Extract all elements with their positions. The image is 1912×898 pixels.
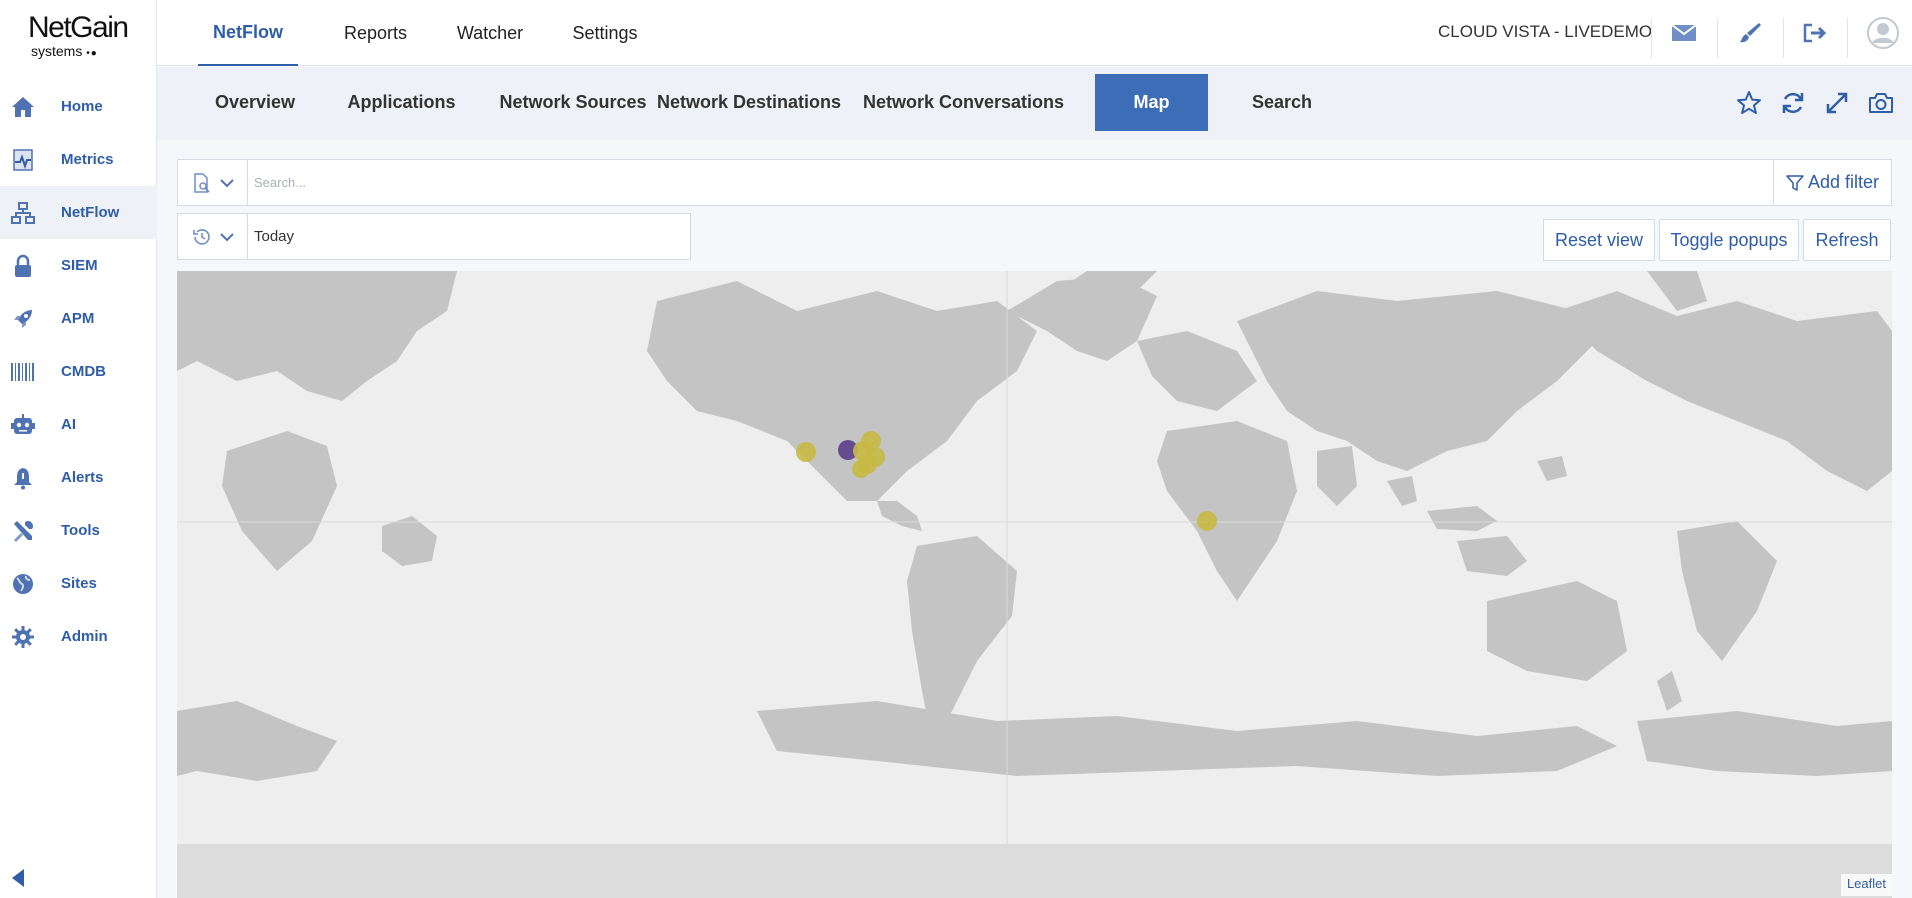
user-avatar-icon[interactable] [1866,16,1900,50]
tab-applications[interactable]: Applications [329,74,474,131]
collapse-sidebar-icon[interactable] [10,868,26,888]
tab-network-sources[interactable]: Network Sources [473,74,673,131]
time-range-value[interactable]: Today [254,214,294,259]
expand-icon[interactable] [1820,86,1854,120]
camera-icon[interactable] [1864,86,1898,120]
sidebar-item-label: NetFlow [61,204,120,221]
filter-icon [1786,174,1804,191]
world-map[interactable]: Leaflet [177,271,1892,898]
tab-network-destinations[interactable]: Network Destinations [654,74,844,131]
refresh-button[interactable]: Refresh [1803,219,1891,261]
time-picker-dropdown[interactable] [178,214,248,259]
bell-icon [10,465,36,491]
chevron-down-icon [219,178,234,187]
sidebar-item-siem[interactable]: SIEM [0,239,157,292]
tab-netflow[interactable]: NetFlow [198,0,298,66]
sidebar-item-label: AI [61,416,76,433]
sidebar-item-label: Tools [61,522,100,539]
star-icon[interactable] [1732,86,1766,120]
sidebar-item-tools[interactable]: Tools [0,504,157,557]
add-filter-label: Add filter [1807,172,1880,192]
marker-layer [796,431,1217,531]
logo-subtext: systems [31,43,83,59]
logo-dots: •● [86,48,98,59]
netflow-icon [10,200,36,226]
sidebar-item-admin[interactable]: Admin [0,610,157,663]
history-icon [192,228,210,245]
reset-view-button[interactable]: Reset view [1543,219,1655,261]
sidebar-item-cmdb[interactable]: CMDB [0,345,157,398]
mail-icon[interactable] [1669,18,1699,48]
sidebar-item-netflow[interactable]: NetFlow [0,186,157,239]
search-input[interactable] [250,160,1750,205]
top-navbar: NetFlow Reports Watcher Settings CLOUD V… [157,0,1912,66]
sidebar-nav: Home Metrics NetFlow SIEM APM CMDB AI Al… [0,80,157,663]
netgain-logo[interactable]: NetGain systems •● [28,12,138,68]
rocket-icon [10,306,36,332]
lock-icon [10,253,36,279]
chevron-down-icon [219,232,234,241]
sidebar-item-label: Home [61,98,103,115]
metrics-icon [10,147,36,173]
map-tile-gap [177,844,1892,898]
main-content: Add filter Today Reset view Toggle popup… [157,140,1912,898]
sidebar-item-label: SIEM [61,257,98,274]
sub-navbar: Overview Applications Network Sources Ne… [157,67,1912,140]
map-marker[interactable] [852,460,870,478]
sidebar-item-label: Admin [61,628,108,645]
sidebar-item-alerts[interactable]: Alerts [0,451,157,504]
sidebar-item-metrics[interactable]: Metrics [0,133,157,186]
tab-map[interactable]: Map [1095,74,1208,131]
sidebar-item-label: Alerts [61,469,104,486]
barcode-icon [10,359,36,385]
sidebar-item-apm[interactable]: APM [0,292,157,345]
tab-reports[interactable]: Reports [323,0,428,66]
tab-search[interactable]: Search [1232,74,1332,131]
sidebar-item-ai[interactable]: AI [0,398,157,451]
query-type-dropdown[interactable] [178,160,248,205]
leaflet-attribution[interactable]: Leaflet [1840,874,1892,896]
sidebar-item-sites[interactable]: Sites [0,557,157,610]
map-marker[interactable] [796,442,816,462]
tab-settings[interactable]: Settings [550,0,660,66]
tools-icon [10,518,36,544]
divider [1717,18,1718,58]
organization-name: CLOUD VISTA - LIVEDEMO [1438,22,1653,41]
brush-icon[interactable] [1735,18,1765,48]
file-search-icon [193,172,210,193]
divider [1651,18,1652,58]
sidebar-item-label: APM [61,310,95,327]
sidebar: NetGain systems •● Home Metrics NetFlow [0,0,157,898]
divider [1847,18,1848,58]
gear-icon [10,624,36,650]
logo-text: NetGain [28,11,129,44]
globe-icon [10,571,36,597]
home-icon [10,94,36,120]
robot-icon [10,412,36,438]
toggle-popups-button[interactable]: Toggle popups [1659,219,1799,261]
refresh-icon[interactable] [1776,86,1810,120]
map-marker[interactable] [1197,511,1217,531]
sidebar-item-label: CMDB [61,363,106,380]
divider [1783,18,1784,58]
search-bar: Add filter [177,159,1892,206]
tab-overview[interactable]: Overview [205,74,305,131]
tab-watcher[interactable]: Watcher [440,0,540,66]
add-filter-button[interactable]: Add filter [1773,160,1891,205]
tab-network-conversations[interactable]: Network Conversations [861,74,1066,131]
sidebar-item-label: Metrics [61,151,114,168]
sidebar-item-label: Sites [61,575,97,592]
logout-icon[interactable] [1800,18,1830,48]
time-picker: Today [177,213,691,260]
sidebar-item-home[interactable]: Home [0,80,157,133]
